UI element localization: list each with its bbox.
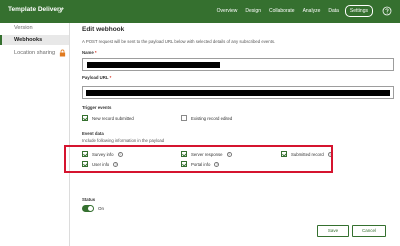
sidebar-item-label: Location sharing <box>14 50 56 56</box>
payload-url-label: Payload URL * <box>82 75 111 80</box>
page-description: A POST request will be sent to the paylo… <box>82 39 276 44</box>
nav-settings[interactable]: Settings <box>344 5 373 17</box>
redacted-value <box>86 90 390 96</box>
page-title: Edit webhook <box>82 26 125 33</box>
required-marker: * <box>94 50 97 55</box>
sidebar: Version Webhooks Location sharing <box>0 23 70 246</box>
cancel-button[interactable]: Cancel <box>352 225 386 237</box>
event-data-description: Include following information in the pay… <box>82 138 165 143</box>
payload-url-input[interactable] <box>82 86 394 99</box>
name-label-text: Name <box>82 50 94 55</box>
nav-analyze[interactable]: Analyze <box>303 8 321 14</box>
help-icon[interactable] <box>382 6 392 16</box>
pencil-icon[interactable] <box>57 5 65 15</box>
nav-data[interactable]: Data <box>328 8 339 14</box>
checkbox-label: New record submitted <box>92 115 134 121</box>
required-marker: * <box>109 75 112 80</box>
trigger-events-title: Trigger events <box>82 105 112 110</box>
trigger-new-record[interactable]: New record submitted <box>82 115 134 121</box>
sidebar-item-version[interactable]: Version <box>0 23 69 33</box>
top-nav: Overview Design Collaborate Analyze Data… <box>209 5 373 17</box>
status-value: On <box>98 206 105 211</box>
event-data-title: Event data <box>82 131 104 136</box>
nav-overview[interactable]: Overview <box>217 8 238 14</box>
sidebar-item-label: Webhooks <box>14 37 43 43</box>
top-bar: Template Delivery Overview Design Collab… <box>0 0 400 23</box>
lock-icon <box>59 49 66 57</box>
save-button[interactable]: Save <box>317 225 349 237</box>
payload-url-label-text: Payload URL <box>82 75 109 80</box>
name-input[interactable] <box>82 58 394 71</box>
name-label: Name * <box>82 50 97 55</box>
checkbox[interactable] <box>82 115 88 121</box>
sidebar-item-label: Version <box>14 25 33 31</box>
highlight-box <box>64 145 333 173</box>
checkbox[interactable] <box>181 115 187 121</box>
nav-design[interactable]: Design <box>245 8 261 14</box>
status-title: Status <box>82 197 96 202</box>
app-title: Template Delivery <box>8 6 64 13</box>
sidebar-item-location-sharing[interactable]: Location sharing <box>0 48 69 58</box>
nav-collaborate[interactable]: Collaborate <box>269 8 295 14</box>
status-toggle[interactable] <box>82 205 94 212</box>
checkbox-label: Existing record edited <box>191 115 233 121</box>
main-content: Edit webhook A POST request will be sent… <box>70 23 400 246</box>
redacted-value <box>87 62 220 68</box>
trigger-existing-record[interactable]: Existing record edited <box>181 115 232 121</box>
sidebar-item-webhooks[interactable]: Webhooks <box>0 35 69 45</box>
